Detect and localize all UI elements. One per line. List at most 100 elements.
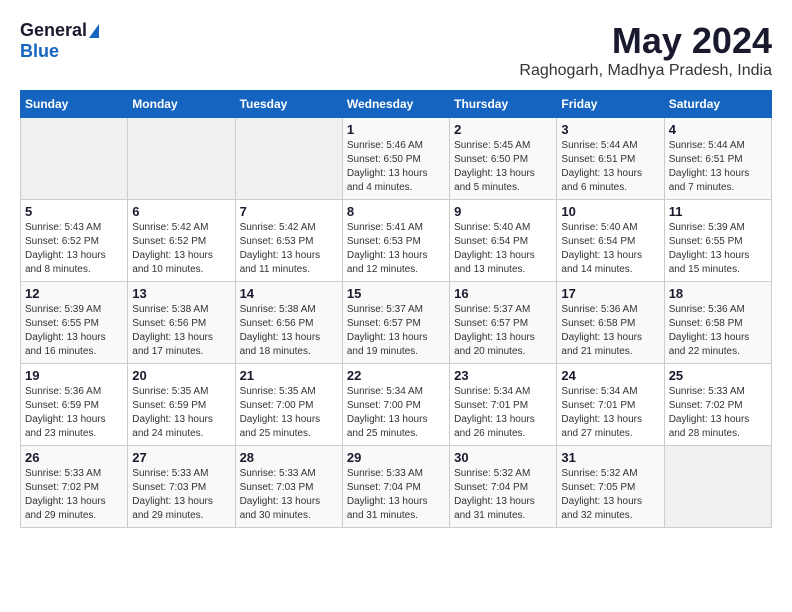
calendar-cell: 1 Sunrise: 5:46 AMSunset: 6:50 PMDaylight… — [342, 118, 449, 200]
calendar-cell: 31Sunrise: 5:32 AMSunset: 7:05 PMDayligh… — [557, 446, 664, 528]
day-number: 7 — [240, 204, 338, 219]
day-number: 20 — [132, 368, 230, 383]
calendar-header-row: SundayMondayTuesdayWednesdayThursdayFrid… — [21, 91, 772, 118]
calendar-cell: 23 Sunrise: 5:34 AMSunset: 7:01 PMDayligh… — [450, 364, 557, 446]
day-info: Sunrise: 5:34 AMSunset: 7:01 PMDaylight:… — [454, 385, 552, 441]
logo: General Blue — [20, 20, 99, 62]
calendar-cell — [128, 118, 235, 200]
calendar-cell: 29 Sunrise: 5:33 AMSunset: 7:04 PMDayligh… — [342, 446, 449, 528]
day-number: 26 — [25, 450, 123, 465]
day-info: Sunrise: 5:36 AMSunset: 6:59 PMDaylight:… — [25, 385, 123, 441]
column-header-sunday: Sunday — [21, 91, 128, 118]
day-number: 8 — [347, 204, 445, 219]
day-info: Sunrise: 5:35 AMSunset: 7:00 PMDaylight:… — [240, 385, 338, 441]
day-number: 9 — [454, 204, 552, 219]
day-info: Sunrise: 5:36 AMSunset: 6:58 PMDaylight:… — [669, 303, 767, 359]
calendar-cell — [235, 118, 342, 200]
calendar-week-row: 1 Sunrise: 5:46 AMSunset: 6:50 PMDaylight… — [21, 118, 772, 200]
day-info: Sunrise: 5:41 AMSunset: 6:53 PMDaylight:… — [347, 221, 445, 277]
day-number: 29 — [347, 450, 445, 465]
day-info: Sunrise: 5:32 AMSunset: 7:04 PMDaylight:… — [454, 467, 552, 523]
calendar-cell: 8 Sunrise: 5:41 AMSunset: 6:53 PMDaylight… — [342, 200, 449, 282]
calendar-cell: 11 Sunrise: 5:39 AMSunset: 6:55 PMDayligh… — [664, 200, 771, 282]
day-info: Sunrise: 5:37 AMSunset: 6:57 PMDaylight:… — [454, 303, 552, 359]
calendar-week-row: 5 Sunrise: 5:43 AMSunset: 6:52 PMDaylight… — [21, 200, 772, 282]
calendar-cell: 24Sunrise: 5:34 AMSunset: 7:01 PMDayligh… — [557, 364, 664, 446]
day-number: 25 — [669, 368, 767, 383]
day-number: 14 — [240, 286, 338, 301]
calendar-cell: 14Sunrise: 5:38 AMSunset: 6:56 PMDayligh… — [235, 282, 342, 364]
calendar-cell: 15 Sunrise: 5:37 AMSunset: 6:57 PMDayligh… — [342, 282, 449, 364]
calendar-cell: 10Sunrise: 5:40 AMSunset: 6:54 PMDayligh… — [557, 200, 664, 282]
day-info: Sunrise: 5:43 AMSunset: 6:52 PMDaylight:… — [25, 221, 123, 277]
day-info: Sunrise: 5:36 AMSunset: 6:58 PMDaylight:… — [561, 303, 659, 359]
day-number: 18 — [669, 286, 767, 301]
day-info: Sunrise: 5:35 AMSunset: 6:59 PMDaylight:… — [132, 385, 230, 441]
logo-blue-text: Blue — [20, 41, 59, 62]
day-info: Sunrise: 5:38 AMSunset: 6:56 PMDaylight:… — [132, 303, 230, 359]
day-info: Sunrise: 5:46 AMSunset: 6:50 PMDaylight:… — [347, 139, 445, 195]
day-number: 19 — [25, 368, 123, 383]
day-number: 24 — [561, 368, 659, 383]
day-number: 5 — [25, 204, 123, 219]
column-header-thursday: Thursday — [450, 91, 557, 118]
day-info: Sunrise: 5:33 AMSunset: 7:02 PMDaylight:… — [669, 385, 767, 441]
day-info: Sunrise: 5:45 AMSunset: 6:50 PMDaylight:… — [454, 139, 552, 195]
day-number: 28 — [240, 450, 338, 465]
calendar-cell: 26 Sunrise: 5:33 AMSunset: 7:02 PMDayligh… — [21, 446, 128, 528]
calendar-cell: 22Sunrise: 5:34 AMSunset: 7:00 PMDayligh… — [342, 364, 449, 446]
day-number: 12 — [25, 286, 123, 301]
calendar-cell: 13 Sunrise: 5:38 AMSunset: 6:56 PMDayligh… — [128, 282, 235, 364]
day-number: 23 — [454, 368, 552, 383]
day-info: Sunrise: 5:39 AMSunset: 6:55 PMDaylight:… — [25, 303, 123, 359]
day-number: 6 — [132, 204, 230, 219]
calendar-cell: 17 Sunrise: 5:36 AMSunset: 6:58 PMDayligh… — [557, 282, 664, 364]
calendar-week-row: 12 Sunrise: 5:39 AMSunset: 6:55 PMDayligh… — [21, 282, 772, 364]
page-header: General Blue May 2024 Raghogarh, Madhya … — [20, 20, 772, 80]
calendar-cell: 20 Sunrise: 5:35 AMSunset: 6:59 PMDayligh… — [128, 364, 235, 446]
calendar-cell: 30 Sunrise: 5:32 AMSunset: 7:04 PMDayligh… — [450, 446, 557, 528]
day-number: 17 — [561, 286, 659, 301]
day-info: Sunrise: 5:44 AMSunset: 6:51 PMDaylight:… — [669, 139, 767, 195]
day-number: 27 — [132, 450, 230, 465]
day-info: Sunrise: 5:42 AMSunset: 6:53 PMDaylight:… — [240, 221, 338, 277]
column-header-tuesday: Tuesday — [235, 91, 342, 118]
day-number: 15 — [347, 286, 445, 301]
day-number: 10 — [561, 204, 659, 219]
calendar-cell: 5 Sunrise: 5:43 AMSunset: 6:52 PMDaylight… — [21, 200, 128, 282]
day-number: 13 — [132, 286, 230, 301]
day-info: Sunrise: 5:33 AMSunset: 7:03 PMDaylight:… — [132, 467, 230, 523]
calendar-cell: 27 Sunrise: 5:33 AMSunset: 7:03 PMDayligh… — [128, 446, 235, 528]
day-info: Sunrise: 5:37 AMSunset: 6:57 PMDaylight:… — [347, 303, 445, 359]
day-number: 4 — [669, 122, 767, 137]
calendar-cell: 28 Sunrise: 5:33 AMSunset: 7:03 PMDayligh… — [235, 446, 342, 528]
day-number: 11 — [669, 204, 767, 219]
day-info: Sunrise: 5:33 AMSunset: 7:02 PMDaylight:… — [25, 467, 123, 523]
day-number: 16 — [454, 286, 552, 301]
day-number: 22 — [347, 368, 445, 383]
day-info: Sunrise: 5:39 AMSunset: 6:55 PMDaylight:… — [669, 221, 767, 277]
day-info: Sunrise: 5:33 AMSunset: 7:03 PMDaylight:… — [240, 467, 338, 523]
day-number: 30 — [454, 450, 552, 465]
calendar-cell: 21Sunrise: 5:35 AMSunset: 7:00 PMDayligh… — [235, 364, 342, 446]
day-number: 3 — [561, 122, 659, 137]
day-number: 1 — [347, 122, 445, 137]
calendar-cell — [664, 446, 771, 528]
calendar-week-row: 19 Sunrise: 5:36 AMSunset: 6:59 PMDayligh… — [21, 364, 772, 446]
calendar-cell: 6Sunrise: 5:42 AMSunset: 6:52 PMDaylight… — [128, 200, 235, 282]
calendar-cell — [21, 118, 128, 200]
column-header-monday: Monday — [128, 91, 235, 118]
calendar-cell: 2Sunrise: 5:45 AMSunset: 6:50 PMDaylight… — [450, 118, 557, 200]
day-info: Sunrise: 5:44 AMSunset: 6:51 PMDaylight:… — [561, 139, 659, 195]
day-info: Sunrise: 5:32 AMSunset: 7:05 PMDaylight:… — [561, 467, 659, 523]
month-title: May 2024 — [519, 20, 772, 62]
calendar-cell: 9Sunrise: 5:40 AMSunset: 6:54 PMDaylight… — [450, 200, 557, 282]
calendar-cell: 18 Sunrise: 5:36 AMSunset: 6:58 PMDayligh… — [664, 282, 771, 364]
logo-general-text: General — [20, 20, 87, 41]
calendar-cell: 16 Sunrise: 5:37 AMSunset: 6:57 PMDayligh… — [450, 282, 557, 364]
calendar-week-row: 26 Sunrise: 5:33 AMSunset: 7:02 PMDayligh… — [21, 446, 772, 528]
day-info: Sunrise: 5:33 AMSunset: 7:04 PMDaylight:… — [347, 467, 445, 523]
column-header-wednesday: Wednesday — [342, 91, 449, 118]
calendar-cell: 3 Sunrise: 5:44 AMSunset: 6:51 PMDaylight… — [557, 118, 664, 200]
location-title: Raghogarh, Madhya Pradesh, India — [519, 62, 772, 80]
